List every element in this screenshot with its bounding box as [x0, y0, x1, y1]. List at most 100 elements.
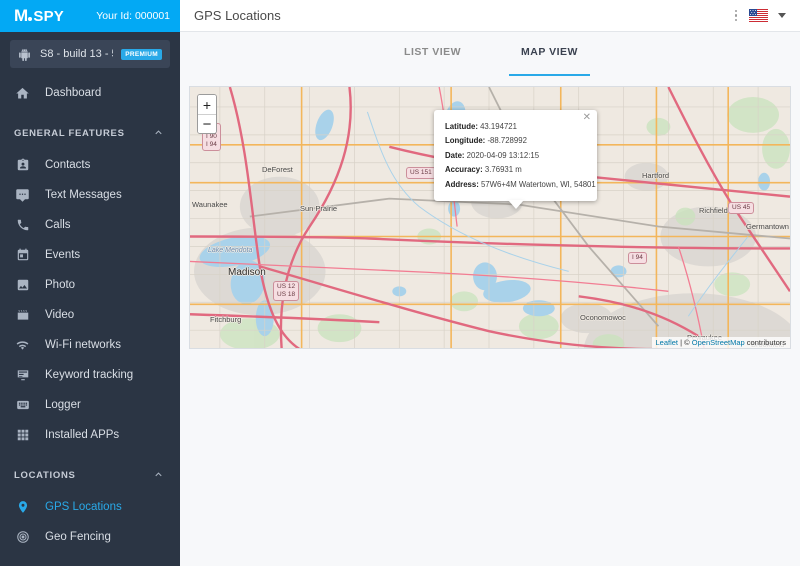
sidebar-item-dashboard[interactable]: Dashboard [0, 78, 180, 108]
map-place-label: Madison [228, 267, 266, 278]
map-shield: US 12 US 18 [273, 281, 300, 302]
sidebar-item-label: Events [45, 249, 81, 261]
leaflet-link[interactable]: Leaflet [656, 338, 679, 347]
map-water-label: Lake Mendota [208, 247, 253, 254]
sidebar-item-geo-fencing[interactable]: Geo Fencing [0, 522, 180, 552]
sidebar-item-keyword-tracking[interactable]: Keyword tracking [0, 360, 180, 390]
popup-value: 43.194721 [480, 122, 517, 131]
sidebar-item-installed-apps[interactable]: Installed APPs [0, 420, 180, 450]
chevron-up-icon [153, 469, 164, 482]
popup-key: Longitude: [445, 136, 486, 146]
map-place-label: Oconomowoc [580, 313, 626, 322]
keyboard-icon [14, 397, 31, 414]
sidebar-item-label: Text Messages [45, 189, 122, 201]
wifi-icon [14, 337, 31, 354]
sidebar-item-label: Video [45, 309, 75, 321]
tab-list-view[interactable]: LIST VIEW [404, 46, 461, 76]
more-options-icon[interactable] [733, 8, 740, 24]
sidebar-item-label: Logger [45, 399, 81, 411]
popup-key: Latitude: [445, 122, 478, 131]
top-bar-actions [733, 8, 786, 24]
popup-value: -88.728992 [487, 136, 527, 146]
map-pin-icon [14, 499, 31, 516]
top-bar: GPS Locations [180, 0, 800, 32]
close-icon[interactable]: ✕ [583, 113, 591, 123]
sidebar-item-photo[interactable]: Photo [0, 270, 180, 300]
sidebar-item-label: Wi-Fi networks [45, 339, 122, 351]
sidebar-item-gps-locations[interactable]: GPS Locations [0, 492, 180, 522]
popup-key: Date: [445, 150, 465, 160]
sidebar-section-general-features[interactable]: GENERAL FEATURES [0, 116, 180, 150]
popup-row-longitude: Longitude: -88.728992 [445, 134, 586, 148]
sidebar-item-label: Photo [45, 279, 76, 291]
device-name-label: S8 - build 13 - 5.... [40, 48, 113, 60]
mspy-logo[interactable]: M SPY [14, 6, 64, 26]
popup-row-address: Address: 57W6+4M Watertown, WI, 54801 [445, 178, 596, 192]
brand-bar: M SPY Your Id: 000001 [0, 0, 180, 32]
map-place-label: DeForest [262, 165, 293, 174]
map-container: US 151 I 39I 90I 94 I 94 US 12US 18 US 4… [189, 86, 791, 349]
sidebar-item-wifi-networks[interactable]: Wi-Fi networks [0, 330, 180, 360]
attrib-sep: | © [678, 338, 692, 347]
zoom-in-button[interactable]: + [198, 95, 216, 114]
video-icon [14, 307, 31, 324]
sidebar-item-label: Keyword tracking [45, 369, 134, 381]
premium-badge: PREMIUM [121, 48, 162, 60]
keyword-icon [14, 367, 31, 384]
popup-value: 57W6+4M Watertown, WI, 54801 [480, 179, 596, 189]
popup-value: 3.76931 m [484, 165, 522, 175]
sidebar-item-text-messages[interactable]: Text Messages [0, 180, 180, 210]
popup-row-latitude: Latitude: 43.194721 [445, 120, 586, 134]
sidebar-item-contacts[interactable]: Contacts [0, 150, 180, 180]
map-place-label: Sun Prairie [300, 204, 338, 213]
photo-icon [14, 277, 31, 294]
us-flag-icon[interactable] [749, 9, 768, 22]
message-icon [14, 187, 31, 204]
chevron-up-icon [153, 127, 164, 140]
sidebar-item-label: GPS Locations [45, 501, 122, 513]
logo-dot-icon [28, 17, 33, 21]
sidebar-section-social-networks[interactable]: SOCIAL NETWORKS [0, 560, 180, 566]
logo-m-text: M [14, 6, 29, 25]
sidebar-item-label: Installed APPs [45, 429, 120, 441]
home-icon [14, 85, 31, 102]
leaflet-map[interactable]: US 151 I 39I 90I 94 I 94 US 12US 18 US 4… [189, 86, 791, 349]
section-label: LOCATIONS [14, 469, 76, 481]
chevron-down-icon[interactable] [778, 13, 786, 18]
android-icon [18, 47, 32, 61]
sidebar-item-logger[interactable]: Logger [0, 390, 180, 420]
sidebar-item-video[interactable]: Video [0, 300, 180, 330]
view-tabs: LIST VIEW MAP VIEW [180, 46, 800, 76]
location-info-popup: ✕ Latitude: 43.194721 Longitude: -88.728… [434, 110, 597, 210]
osm-link[interactable]: OpenStreetMap [692, 338, 745, 347]
map-place-label: Richfield [699, 206, 728, 215]
zoom-out-button[interactable]: − [198, 114, 216, 133]
sidebar: MSPY Your Id: 000001 S8 - build 13 - 5..… [0, 0, 180, 566]
contacts-icon [14, 157, 31, 174]
app-root: MSPY Your Id: 000001 S8 - build 13 - 5..… [0, 0, 800, 566]
sidebar-section-locations[interactable]: LOCATIONS [0, 458, 180, 492]
sidebar-item-events[interactable]: Events [0, 240, 180, 270]
map-shield: I 94 [628, 252, 647, 265]
popup-row-accuracy: Accuracy: 3.76931 m [445, 163, 586, 177]
map-zoom-controls: + − [197, 94, 217, 134]
map-place-label: Germantown [746, 222, 789, 231]
attrib-tail: contributors [744, 338, 786, 347]
popup-value: 2020-04-09 13:12:15 [466, 150, 540, 160]
user-id-label: Your Id: 000001 [96, 10, 170, 22]
device-selector[interactable]: S8 - build 13 - 5.... PREMIUM [10, 40, 170, 68]
calendar-icon [14, 247, 31, 264]
grid-icon [14, 427, 31, 444]
map-place-label: Waunakee [192, 200, 228, 209]
phone-icon [14, 217, 31, 234]
page-title: GPS Locations [194, 8, 281, 23]
section-label: GENERAL FEATURES [14, 127, 125, 139]
sidebar-item-calls[interactable]: Calls [0, 210, 180, 240]
target-icon [14, 529, 31, 546]
sidebar-nav: Dashboard GENERAL FEATURES Contacts Text… [0, 74, 180, 566]
popup-tip [507, 200, 524, 210]
sidebar-item-label: Geo Fencing [45, 531, 111, 543]
sidebar-item-label: Contacts [45, 159, 91, 171]
map-attribution: Leaflet | © OpenStreetMap contributors [651, 337, 790, 348]
tab-map-view[interactable]: MAP VIEW [509, 46, 590, 76]
